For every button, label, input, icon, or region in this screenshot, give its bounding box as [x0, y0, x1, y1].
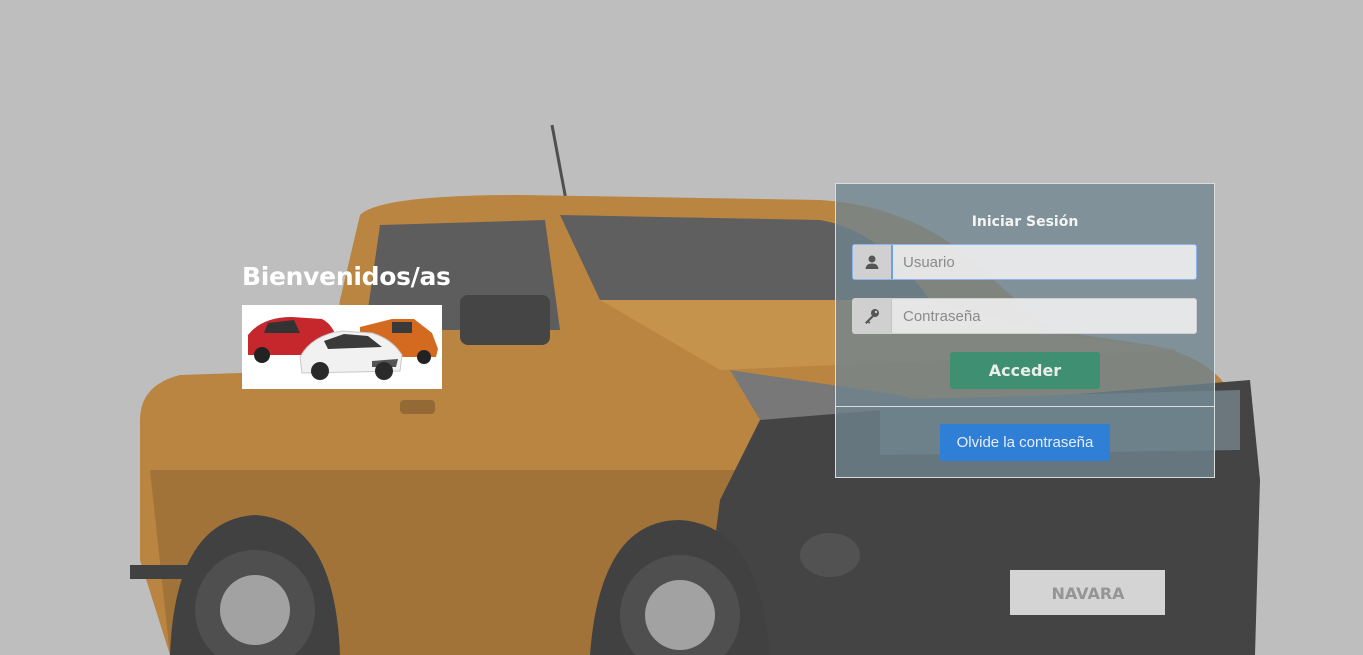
- username-input[interactable]: [897, 245, 1187, 279]
- user-icon: [853, 245, 893, 279]
- login-submit-button[interactable]: Acceder: [950, 352, 1100, 389]
- forgot-password-button[interactable]: Olvide la contraseña: [940, 424, 1110, 461]
- password-field: [852, 298, 1197, 334]
- cars-thumbnail-image: [242, 305, 442, 389]
- password-input[interactable]: [897, 299, 1187, 333]
- login-page: NAVARA Bienvenidos/as Iniciar Sesión Usu…: [0, 0, 1363, 655]
- username-field: [852, 244, 1197, 280]
- login-title: Iniciar Sesión: [971, 214, 1079, 230]
- login-panel: Iniciar Sesión Acceder Olvide: [835, 183, 1215, 478]
- panel-divider: [836, 406, 1214, 407]
- welcome-heading: Bienvenidos/as: [242, 262, 451, 291]
- key-icon: [853, 299, 892, 333]
